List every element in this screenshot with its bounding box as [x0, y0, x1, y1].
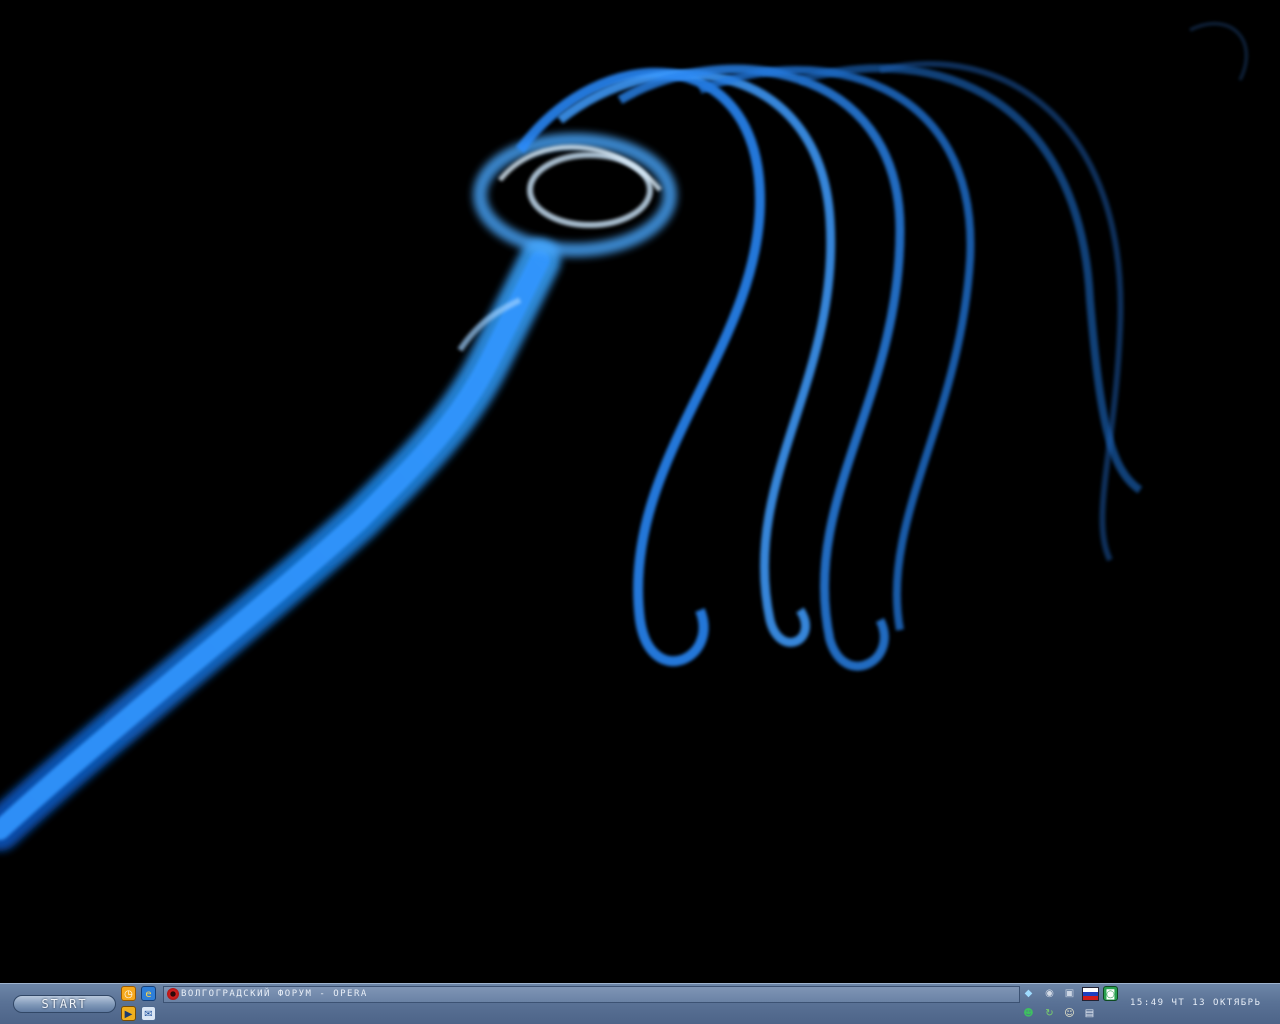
- smiley-icon[interactable]: ☺: [1062, 1006, 1077, 1021]
- network-icon[interactable]: ◆: [1021, 986, 1036, 1001]
- outlook-express-icon[interactable]: ✉: [141, 1006, 156, 1021]
- taskbar: START ◷ e ▶ ✉ ВОЛГОГРАДСКИЙ ФОРУМ - OPER…: [0, 983, 1280, 1024]
- app-green-icon[interactable]: ◙: [1103, 986, 1118, 1001]
- start-button-label: START: [41, 997, 88, 1011]
- language-flag-ru-icon[interactable]: [1082, 987, 1099, 1001]
- start-button[interactable]: START: [13, 995, 116, 1013]
- wallpaper-smoke: [0, 0, 1280, 983]
- taskbar-clock[interactable]: 15:49 ЧТ 13 ОКТЯБРЬ: [1130, 998, 1261, 1008]
- clock-icon[interactable]: ◷: [121, 986, 136, 1001]
- disk-icon[interactable]: ▤: [1082, 1006, 1097, 1021]
- internet-explorer-icon[interactable]: e: [141, 986, 156, 1001]
- media-player-icon[interactable]: ▶: [121, 1006, 136, 1021]
- task-button-opera[interactable]: ВОЛГОГРАДСКИЙ ФОРУМ - OPERA: [163, 986, 1020, 1003]
- opera-icon: [167, 988, 179, 1000]
- update-icon[interactable]: ↻: [1042, 1006, 1057, 1021]
- task-button-label: ВОЛГОГРАДСКИЙ ФОРУМ - OPERA: [181, 989, 368, 999]
- desktop: [0, 0, 1280, 983]
- messenger-icon[interactable]: ☻: [1021, 1006, 1036, 1021]
- monitor-icon[interactable]: ▣: [1062, 986, 1077, 1001]
- volume-icon[interactable]: ◉: [1042, 986, 1057, 1001]
